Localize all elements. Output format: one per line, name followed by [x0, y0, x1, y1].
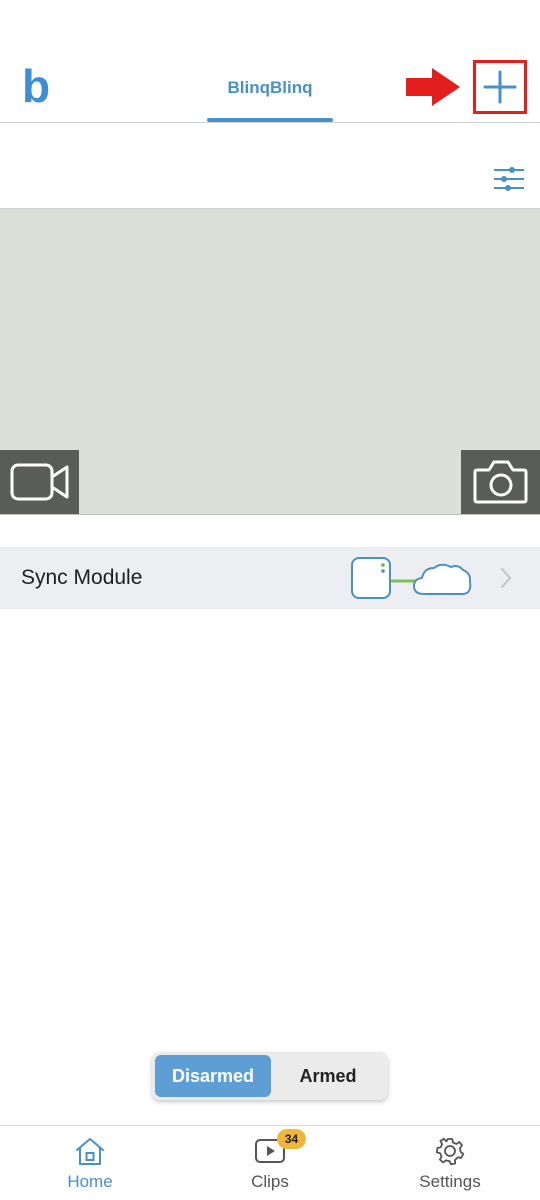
app-logo: b — [22, 60, 51, 112]
nav-home-label: Home — [67, 1172, 113, 1191]
bottom-navigation: Home 34 Clips Settings — [0, 1125, 540, 1200]
plus-icon — [483, 70, 517, 104]
nav-clips[interactable]: 34 Clips — [180, 1126, 360, 1200]
camera-divider — [0, 514, 540, 515]
chevron-right-icon — [500, 567, 512, 589]
app-screen: b BlinqBlinq Sync Module Disarmed Armed … — [0, 0, 540, 1200]
record-clip-button[interactable] — [0, 450, 79, 514]
sync-module-cloud-connected-icon — [351, 557, 472, 599]
gear-icon — [435, 1137, 465, 1166]
top-header: b BlinqBlinq — [0, 0, 540, 123]
sync-module-row[interactable]: Sync Module — [0, 547, 540, 609]
take-snapshot-button[interactable] — [461, 450, 540, 514]
sliders-icon[interactable] — [493, 165, 525, 193]
red-arrow-right-icon — [406, 68, 460, 106]
filter-row — [0, 123, 540, 208]
nav-home[interactable]: Home — [0, 1126, 180, 1200]
nav-settings-label: Settings — [419, 1172, 481, 1191]
sync-module-label: Sync Module — [21, 566, 143, 589]
tab-system[interactable]: BlinqBlinq — [207, 62, 333, 122]
tab-system-label: BlinqBlinq — [227, 78, 313, 97]
video-camera-icon — [10, 463, 69, 501]
photo-camera-icon — [473, 460, 528, 504]
add-device-button[interactable] — [473, 60, 527, 114]
arm-mode-toggle: Disarmed Armed — [152, 1052, 388, 1100]
nav-settings[interactable]: Settings — [360, 1126, 540, 1200]
armed-option[interactable]: Armed — [271, 1055, 385, 1097]
nav-clips-label: Clips — [251, 1172, 289, 1191]
clips-count-badge: 34 — [277, 1129, 306, 1149]
disarmed-option[interactable]: Disarmed — [155, 1055, 271, 1097]
home-icon — [76, 1138, 104, 1165]
camera-thumbnail[interactable] — [0, 209, 540, 514]
